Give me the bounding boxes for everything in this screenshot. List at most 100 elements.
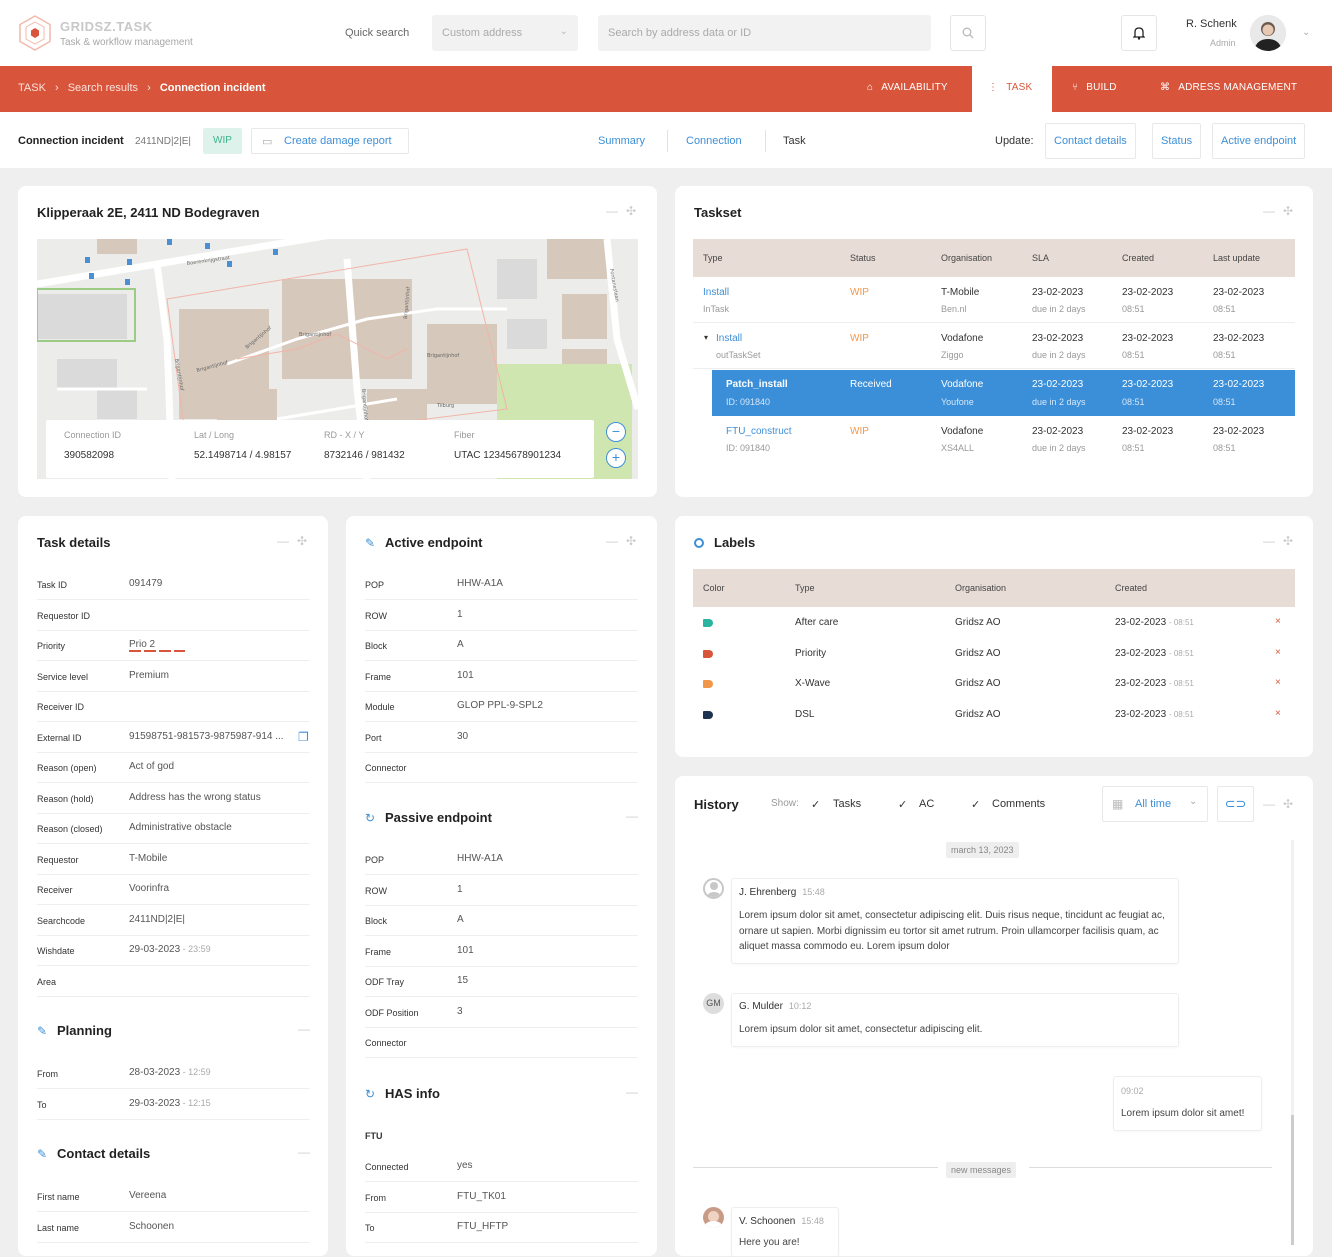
column-header[interactable]: Created <box>1122 253 1154 263</box>
search-button[interactable] <box>950 15 986 51</box>
nav-task-label: TASK <box>1006 82 1033 93</box>
detail-row: Searchcode 2411ND|2|E| <box>37 906 309 936</box>
label-org: Gridsz AO <box>955 678 1001 689</box>
task-type-link[interactable]: Patch_install <box>726 379 788 390</box>
task-updated: 23-02-2023 <box>1213 333 1265 344</box>
build-icon: ⑂ <box>1072 82 1079 93</box>
column-header[interactable]: SLA <box>1032 253 1049 263</box>
table-row[interactable]: Install InTask WIP T-Mobile Ben.nl 23-02… <box>693 277 1295 323</box>
drag-handle-icon[interactable]: ✣ <box>1283 534 1293 548</box>
street-label: Brigantijnhof <box>299 332 331 338</box>
edit-pencil-icon[interactable]: ✎ <box>37 1024 47 1038</box>
collapse-icon[interactable]: — <box>298 1145 310 1159</box>
column-header[interactable]: Color <box>703 583 725 593</box>
detail-value-main: 101 <box>457 944 474 956</box>
task-type-link[interactable]: FTU_construct <box>726 426 792 437</box>
caret-down-icon[interactable]: ▾ <box>704 333 708 342</box>
edit-pencil-icon[interactable]: ✎ <box>365 536 375 550</box>
link-button[interactable]: ⊂⊃ <box>1217 786 1254 822</box>
separator: - <box>180 1097 189 1108</box>
column-header[interactable]: Created <box>1115 583 1147 593</box>
ftu-subheading: FTU <box>365 1131 383 1141</box>
detail-value-main: Vereena <box>129 1190 167 1201</box>
task-org-sub: XS4ALL <box>941 443 975 453</box>
drag-handle-icon[interactable]: ✣ <box>297 534 307 548</box>
tab-task[interactable]: Task <box>783 135 806 147</box>
drag-handle-icon[interactable]: ✣ <box>1283 204 1293 218</box>
label-row[interactable]: DSL Gridsz AO 23-02-2023 - 08:51 × <box>693 700 1295 730</box>
breadcrumb-search-results[interactable]: Search results <box>68 82 138 94</box>
zoom-out-icon[interactable]: − <box>606 422 626 442</box>
detail-label: ROW <box>365 885 387 896</box>
collapse-icon[interactable]: — <box>606 204 618 218</box>
column-header[interactable]: Organisation <box>941 253 992 263</box>
edit-pencil-icon[interactable]: ✎ <box>37 1147 47 1161</box>
collapse-icon[interactable]: — <box>1263 797 1275 811</box>
update-contact-details-button[interactable]: Contact details <box>1045 123 1136 159</box>
detail-value: 101 <box>457 670 474 681</box>
remove-label-icon[interactable]: × <box>1275 647 1281 658</box>
update-status-button[interactable]: Status <box>1152 123 1202 159</box>
create-damage-report-button[interactable]: ▭ Create damage report <box>251 128 409 154</box>
column-header[interactable]: Status <box>850 253 876 263</box>
collapse-icon[interactable]: — <box>1263 534 1275 548</box>
drag-handle-icon[interactable]: ✣ <box>626 204 636 218</box>
tab-connection[interactable]: Connection <box>686 135 742 147</box>
drag-handle-icon[interactable]: ✣ <box>626 534 636 548</box>
collapse-icon[interactable]: — <box>1263 204 1275 218</box>
table-row-selected[interactable]: Patch_install ID: 091840 Received Vodafo… <box>712 370 1295 416</box>
collapse-icon[interactable]: — <box>298 1022 310 1036</box>
refresh-icon[interactable]: ↻ <box>365 811 375 825</box>
table-row[interactable]: FTU_construct ID: 091840 WIP Vodafone XS… <box>693 416 1295 462</box>
user-menu-chevron-icon[interactable]: ⌄ <box>1302 27 1310 38</box>
task-sla-sub: due in 2 days <box>1032 304 1086 314</box>
task-type-link[interactable]: Install <box>716 333 742 344</box>
tab-summary[interactable]: Summary <box>598 135 645 147</box>
label-row[interactable]: After care Gridsz AO 23-02-2023 - 08:51 × <box>693 608 1295 638</box>
remove-label-icon[interactable]: × <box>1275 677 1281 688</box>
detail-value: A <box>457 914 464 925</box>
collapse-icon[interactable]: — <box>626 1085 638 1099</box>
label-row[interactable]: X-Wave Gridsz AO 23-02-2023 - 08:51 × <box>693 669 1295 699</box>
refresh-icon[interactable]: ↻ <box>365 1087 375 1101</box>
nav-build[interactable]: ⑂ BUILD <box>1072 82 1117 93</box>
remove-label-icon[interactable]: × <box>1275 708 1281 719</box>
avatar[interactable] <box>1250 15 1286 51</box>
filter-ac-checkbox[interactable]: ✓ <box>898 798 910 811</box>
collapse-icon[interactable]: — <box>606 534 618 548</box>
label-created-date: 23-02-2023 <box>1115 678 1167 689</box>
filter-tasks-checkbox[interactable]: ✓ <box>811 798 823 811</box>
copy-icon[interactable]: ❐ <box>298 730 309 744</box>
message-text: Lorem ipsum dolor sit amet, consectetur … <box>739 1024 983 1035</box>
label-type: DSL <box>795 708 815 720</box>
nav-address-management[interactable]: ⌘ ADRESS MANAGEMENT <box>1160 82 1297 93</box>
label-row[interactable]: Priority Gridsz AO 23-02-2023 - 08:51 × <box>693 639 1295 669</box>
update-active-endpoint-button[interactable]: Active endpoint <box>1212 123 1306 159</box>
nav-availability[interactable]: ⌂ AVAILABILITY <box>867 82 948 93</box>
breadcrumb-task[interactable]: TASK <box>18 82 46 94</box>
detail-label: POP <box>365 580 385 590</box>
zoom-in-icon[interactable]: + <box>606 448 626 468</box>
filter-comments-checkbox[interactable]: ✓ <box>971 798 983 811</box>
drag-handle-icon[interactable]: ✣ <box>1283 797 1293 811</box>
column-header[interactable]: Type <box>795 583 815 593</box>
search-input[interactable]: Search by address data or ID <box>598 15 931 51</box>
detail-label: Connected <box>365 1162 409 1172</box>
column-header[interactable]: Organisation <box>955 583 1006 593</box>
update-label: Update: <box>995 135 1034 147</box>
column-header[interactable]: Type <box>703 253 723 263</box>
map-info-panel: Connection ID 390582098 Lat / Long 52.14… <box>46 420 594 478</box>
collapse-icon[interactable]: — <box>277 534 289 548</box>
nav-task[interactable]: ⋮ TASK <box>972 66 1053 112</box>
scrollbar[interactable] <box>1291 840 1294 1245</box>
notifications-button[interactable] <box>1121 15 1157 51</box>
detail-value-main: 30 <box>457 730 469 742</box>
task-sla: 23-02-2023 <box>1032 379 1084 390</box>
collapse-icon[interactable]: — <box>626 809 638 823</box>
column-header[interactable]: Last update <box>1213 253 1260 263</box>
task-type-link[interactable]: Install <box>703 287 729 298</box>
remove-label-icon[interactable]: × <box>1275 616 1281 627</box>
address-type-select[interactable]: Custom address ⌄ <box>432 15 578 51</box>
time-range-select[interactable]: ▦ All time ⌄ <box>1102 786 1208 822</box>
table-row[interactable]: ▾ Install outTaskSet WIP Vodafone Ziggo … <box>693 323 1295 369</box>
